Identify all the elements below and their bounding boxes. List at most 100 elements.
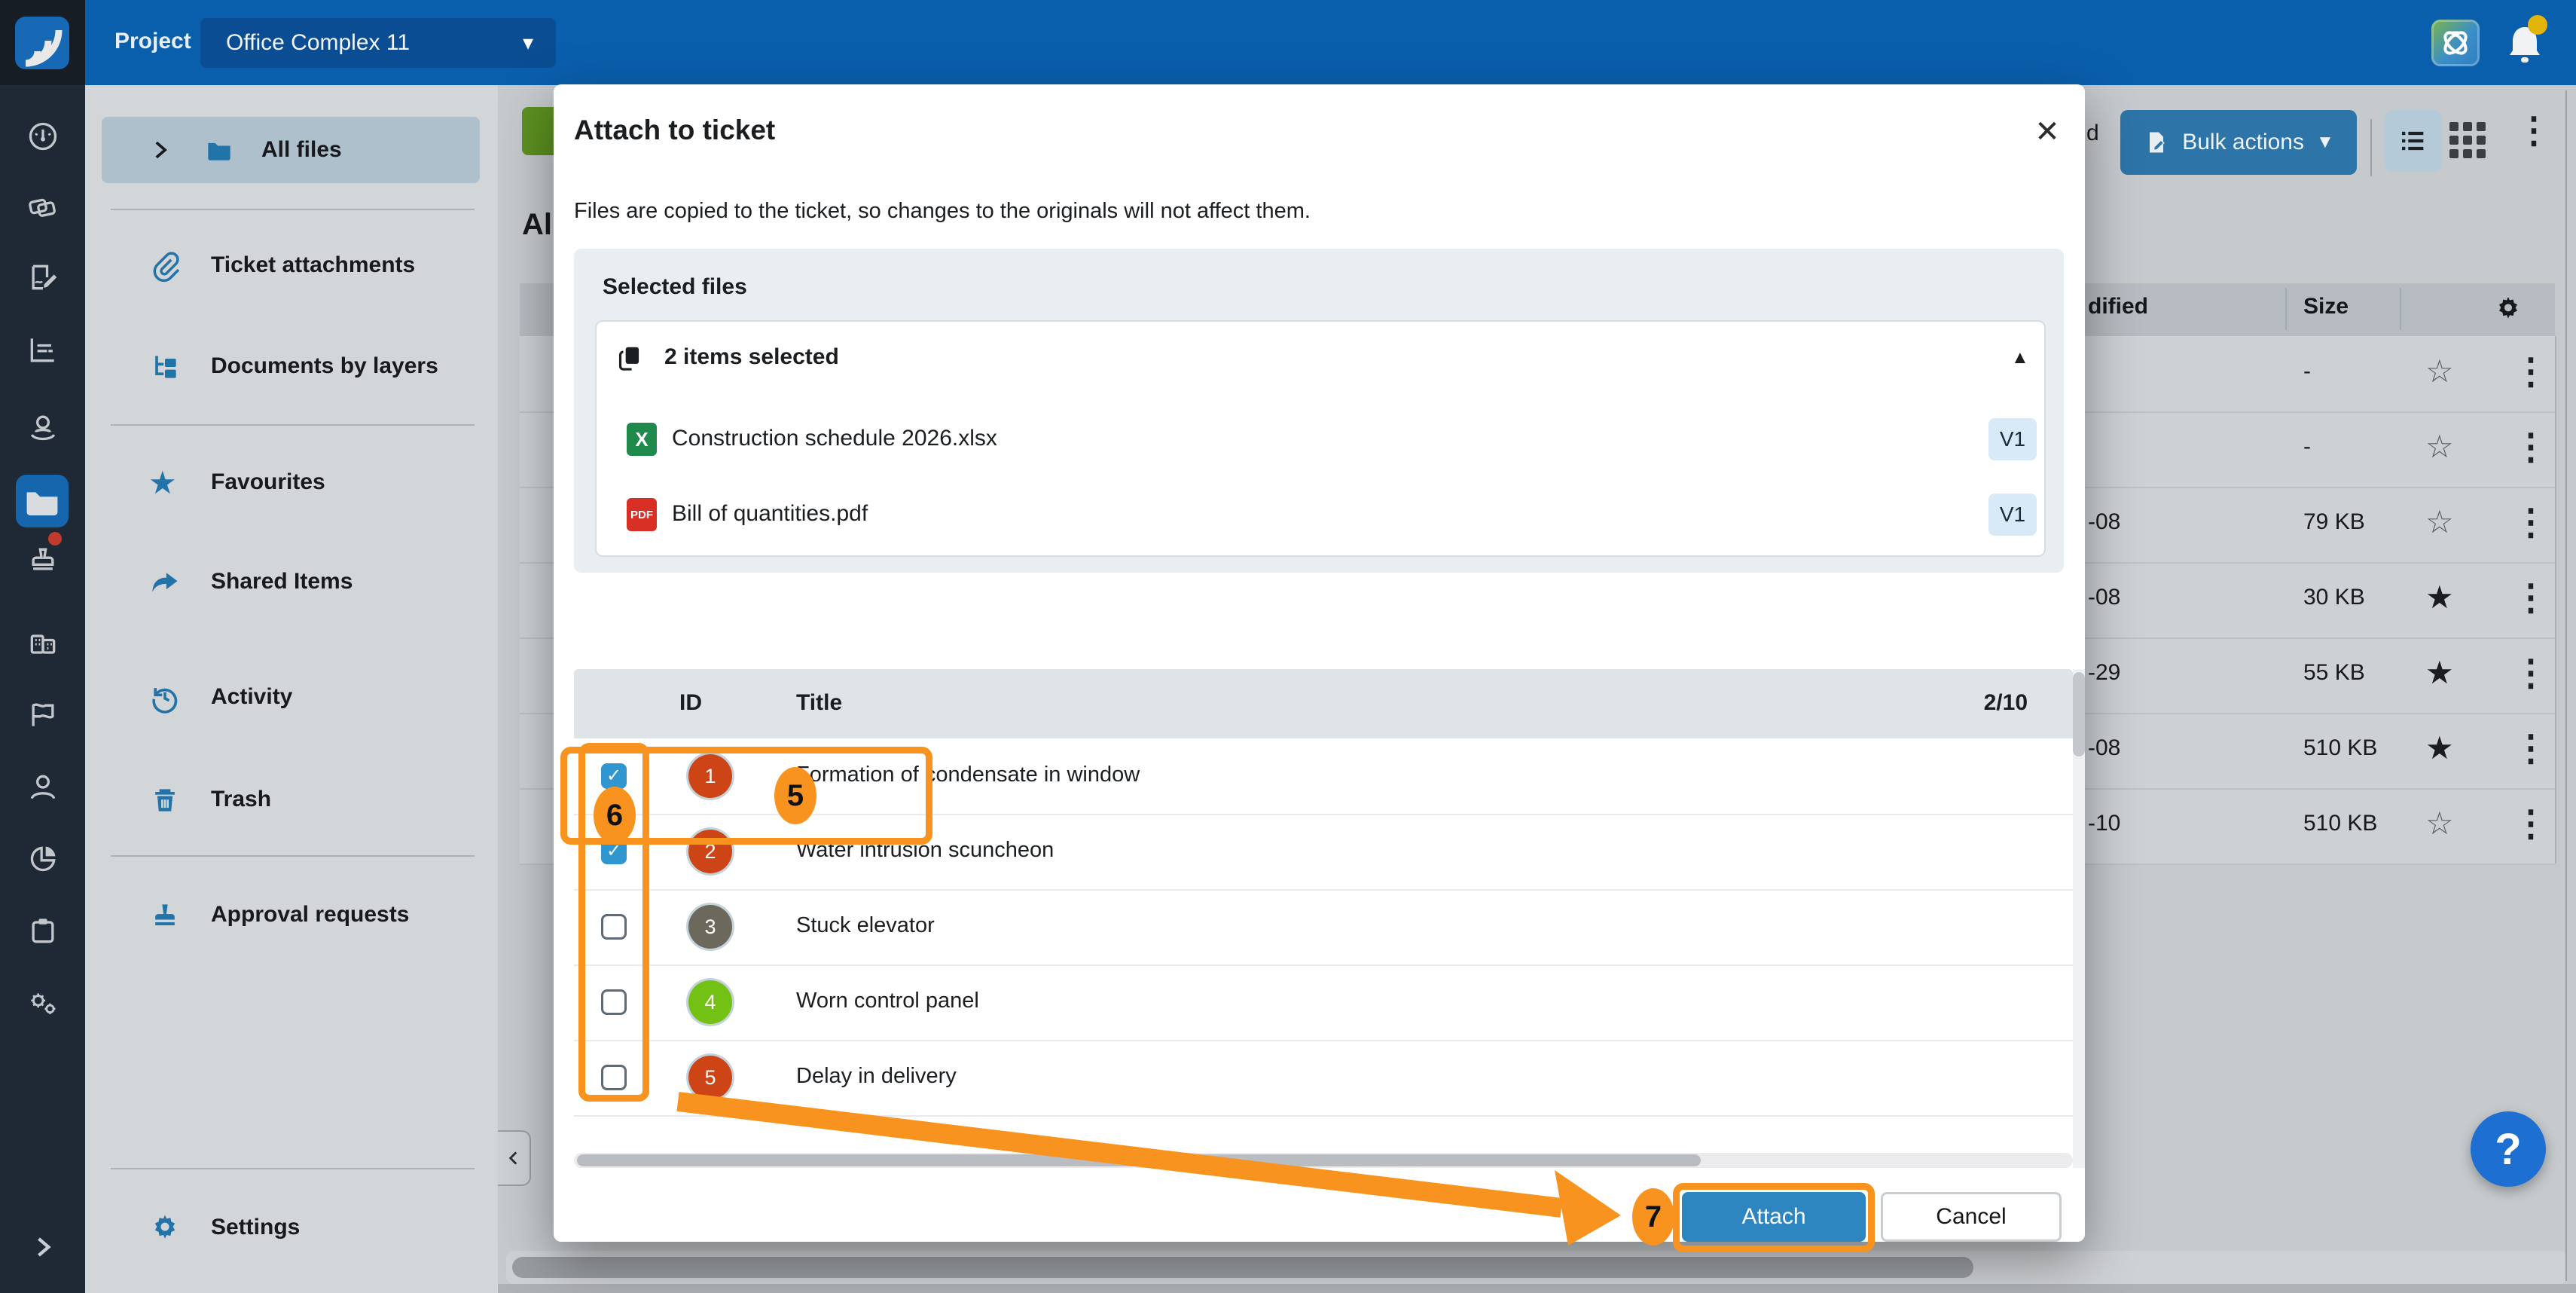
- file-size: 510 KB: [2303, 811, 2377, 836]
- tickets-horizontal-scrollbar[interactable]: [574, 1153, 2073, 1168]
- sidebar-divider: [111, 424, 475, 426]
- toolbar-overflow-menu[interactable]: ⋮: [2516, 113, 2552, 149]
- file-size: 510 KB: [2303, 735, 2377, 761]
- file-size: -: [2303, 359, 2311, 384]
- stamp-alert-badge: [48, 532, 62, 546]
- row-overflow-menu[interactable]: ⋮: [2513, 580, 2549, 616]
- folder-icon: [203, 133, 236, 167]
- stamp-icon[interactable]: [26, 543, 60, 576]
- tags-icon[interactable]: [26, 191, 60, 225]
- selected-files-label: Selected files: [603, 274, 747, 300]
- modified-column-header[interactable]: dified: [2088, 294, 2148, 319]
- modal-title: Attach to ticket: [574, 115, 775, 146]
- scrollbar-thumb[interactable]: [512, 1257, 1973, 1278]
- favourite-star-icon[interactable]: ☆★: [2425, 579, 2454, 616]
- title-column-header[interactable]: Title: [796, 690, 842, 716]
- sidebar-item-favourites[interactable]: ★ Favourites: [85, 450, 498, 516]
- ticket-id-badge: 3: [688, 905, 732, 949]
- sidebar-item-activity[interactable]: Activity: [85, 665, 498, 731]
- close-icon[interactable]: ✕: [2028, 113, 2066, 151]
- chart-icon[interactable]: [26, 333, 60, 366]
- size-column-header[interactable]: Size: [2303, 294, 2349, 319]
- files-nav-active[interactable]: [16, 475, 69, 527]
- row-overflow-menu[interactable]: ⋮: [2513, 429, 2549, 466]
- table-settings-gear-icon[interactable]: [2493, 294, 2523, 324]
- sidebar-item-settings[interactable]: Settings: [85, 1195, 498, 1261]
- row-overflow-menu[interactable]: ⋮: [2513, 731, 2549, 767]
- row-overflow-menu[interactable]: ⋮: [2513, 354, 2549, 390]
- tickets-vertical-scrollbar[interactable]: [2073, 669, 2085, 1168]
- favourite-star-icon[interactable]: ☆★: [2425, 654, 2454, 691]
- apps-launcher-button[interactable]: [2431, 20, 2480, 66]
- clipboard-icon[interactable]: [26, 914, 60, 947]
- version-badge: V1: [1988, 494, 2037, 536]
- app-logo[interactable]: [15, 17, 69, 69]
- pie-chart-icon[interactable]: [26, 842, 60, 876]
- row-overflow-menu[interactable]: ⋮: [2513, 656, 2549, 692]
- list-view-toggle[interactable]: [2385, 110, 2442, 172]
- project-label: Project: [114, 29, 191, 54]
- pdf-file-icon: PDF: [627, 498, 657, 531]
- row-overflow-menu[interactable]: ⋮: [2513, 806, 2549, 842]
- help-button[interactable]: ?: [2471, 1111, 2546, 1187]
- ticket-id-badge: 5: [688, 1056, 732, 1099]
- modified-date: -29: [2088, 660, 2120, 686]
- ticket-title: Stuck elevator: [796, 913, 935, 938]
- icon-rail: [0, 85, 85, 1293]
- file-type-glyph: PDF: [630, 509, 653, 521]
- favourite-star-icon[interactable]: ☆★: [2425, 353, 2454, 390]
- ticket-row[interactable]: ✓ 5 Delay in delivery: [574, 1040, 2073, 1117]
- ticket-row[interactable]: ✓ 4 Worn control panel: [574, 964, 2073, 1041]
- sidebar-item-trash[interactable]: Trash: [85, 767, 498, 833]
- annotation-box-attach: [1673, 1183, 1875, 1252]
- flag-icon[interactable]: [26, 698, 60, 732]
- favourite-star-icon[interactable]: ☆★: [2425, 729, 2454, 766]
- layers-tree-icon: [148, 350, 182, 384]
- sidebar: All files Ticket attachments Documents b…: [85, 85, 498, 1293]
- grid-view-toggle[interactable]: [2449, 122, 2487, 160]
- sidebar-item-all-files[interactable]: All files: [102, 117, 480, 183]
- collapse-chevron-icon[interactable]: ▲: [2011, 347, 2029, 368]
- selected-file-row: X Construction schedule 2026.xlsx V1: [597, 400, 2044, 475]
- favourite-star-icon[interactable]: ☆★: [2425, 805, 2454, 842]
- buildings-icon[interactable]: [26, 628, 60, 661]
- scrollbar-thumb[interactable]: [577, 1154, 1701, 1166]
- project-selector[interactable]: Office Complex 11 ▾: [200, 18, 556, 68]
- modified-date: -08: [2088, 509, 2120, 535]
- dashboard-icon[interactable]: [26, 120, 60, 153]
- sidebar-collapse-handle[interactable]: [498, 1130, 531, 1186]
- version-badge: V1: [1988, 418, 2037, 460]
- row-overflow-menu[interactable]: ⋮: [2513, 505, 2549, 541]
- selected-files-summary[interactable]: 2 items selected ▲: [597, 322, 2044, 393]
- person-icon[interactable]: [26, 771, 60, 804]
- bulk-actions-button[interactable]: Bulk actions ▼: [2120, 110, 2357, 175]
- paperclip-icon: [148, 249, 182, 283]
- page-horizontal-scrollbar[interactable]: [506, 1251, 2567, 1284]
- sidebar-item-label: Ticket attachments: [211, 252, 415, 278]
- sidebar-item-approval-requests[interactable]: Approval requests: [85, 882, 498, 949]
- sidebar-item-shared-items[interactable]: Shared Items: [85, 549, 498, 616]
- star-icon: ★: [148, 466, 182, 500]
- xlsx-file-icon: X: [627, 423, 657, 456]
- ticket-id-badge: 4: [688, 980, 732, 1024]
- favourite-star-icon[interactable]: ☆★: [2425, 503, 2454, 540]
- attach-to-ticket-modal: Attach to ticket ✕ Files are copied to t…: [554, 84, 2085, 1242]
- cancel-button[interactable]: Cancel: [1881, 1192, 2062, 1242]
- favourite-star-icon[interactable]: ☆★: [2425, 428, 2454, 465]
- ticket-row[interactable]: ✓ 3 Stuck elevator: [574, 889, 2073, 966]
- sidebar-item-documents-by-layers[interactable]: Documents by layers: [85, 334, 498, 400]
- file-name: Bill of quantities.pdf: [672, 501, 868, 527]
- form-edit-icon[interactable]: [26, 261, 60, 294]
- selected-files-panel: Selected files 2 items selected ▲ X Cons…: [574, 249, 2064, 573]
- id-column-header[interactable]: ID: [679, 690, 702, 716]
- modal-description: Files are copied to the ticket, so chang…: [574, 199, 1311, 224]
- sidebar-item-label: Favourites: [211, 469, 325, 495]
- expand-rail-chevron-icon[interactable]: [26, 1230, 60, 1264]
- gears-icon[interactable]: [26, 986, 60, 1019]
- person-pin-icon[interactable]: [26, 410, 60, 443]
- share-arrow-icon: [148, 566, 182, 599]
- sidebar-item-ticket-attachments[interactable]: Ticket attachments: [85, 233, 498, 299]
- logo-zone: [0, 0, 85, 85]
- ticket-title: Worn control panel: [796, 989, 979, 1013]
- scrollbar-thumb[interactable]: [2073, 672, 2085, 757]
